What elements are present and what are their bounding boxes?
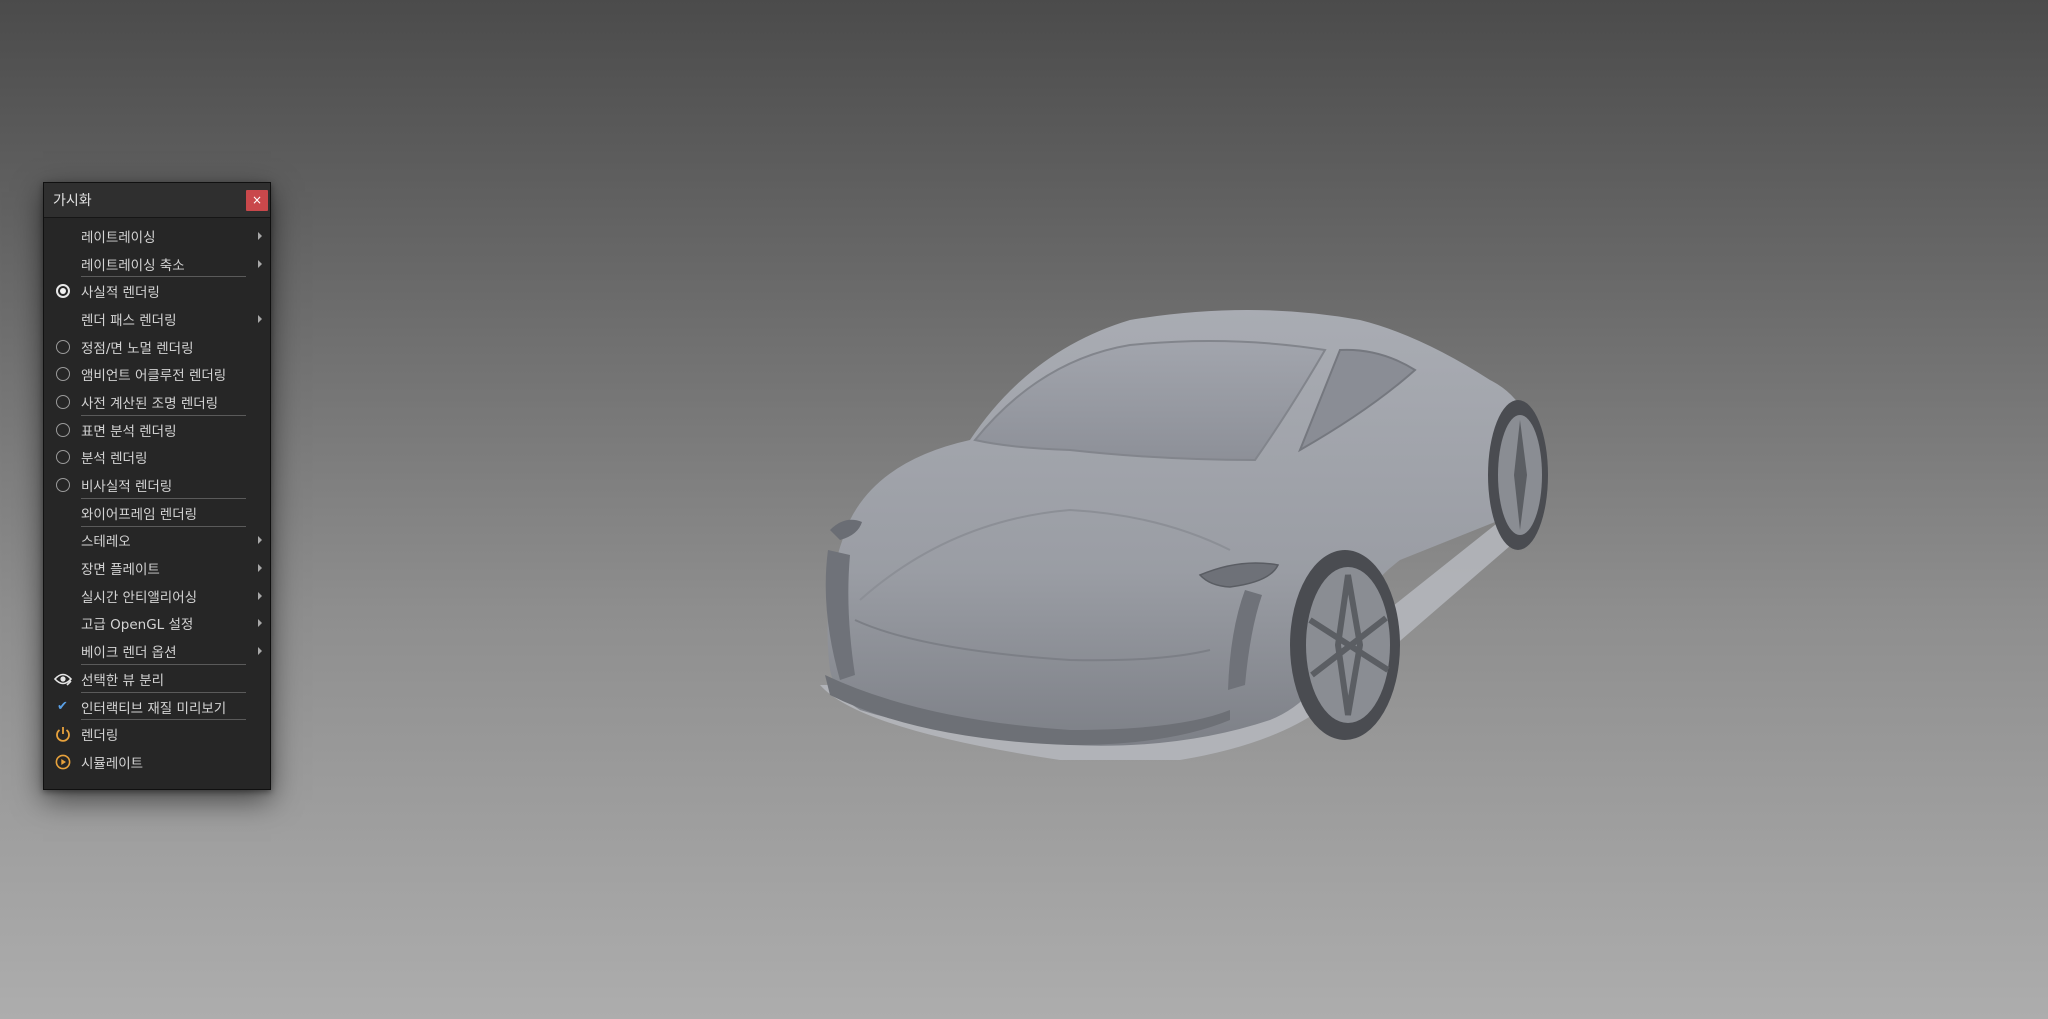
menu-item-0[interactable]: 레이트레이싱 [44, 222, 270, 250]
menu-item-label: 베이크 렌더 옵션 [81, 645, 177, 662]
menu-item-label: 스테레오 [81, 534, 131, 551]
icon-slot [44, 748, 81, 775]
menu-item-label: 분석 렌더링 [81, 451, 148, 468]
menu-item-label: 고급 OpenGL 설정 [81, 617, 194, 634]
menu-item-label: 앰비언트 어클루전 렌더링 [81, 368, 227, 385]
radio-slot [44, 278, 81, 305]
menu-item-label: 레이트레이싱 축소 [81, 257, 185, 274]
radio-selected-icon[interactable] [55, 284, 70, 299]
menu-item-label: 사전 계산된 조명 렌더링 [81, 395, 219, 412]
menu-item-label: 렌더링 [81, 728, 119, 745]
submenu-arrow-icon [258, 314, 262, 323]
menu-item-11[interactable]: 스테레오 [44, 527, 270, 555]
menu-item-label: 정점/면 노멀 렌더링 [81, 340, 194, 357]
radio-slot [44, 388, 81, 415]
menu-item-label: 사실적 렌더링 [81, 285, 160, 302]
icon-slot [44, 721, 81, 748]
menu-item-18[interactable]: 렌더링 [44, 720, 270, 748]
panel-header[interactable]: 가시화 × [44, 183, 270, 218]
radio-icon[interactable] [55, 478, 70, 493]
menu-item-2[interactable]: 사실적 렌더링 [44, 277, 270, 305]
menu-item-5[interactable]: 앰비언트 어클루전 렌더링 [44, 360, 270, 388]
radio-icon[interactable] [55, 339, 70, 354]
submenu-arrow-icon [258, 591, 262, 600]
power-icon [55, 726, 71, 742]
menu-item-label: 선택한 뷰 분리 [81, 672, 165, 689]
menu-item-1[interactable]: 레이트레이싱 축소 [44, 250, 270, 278]
check-slot: ✔ [44, 693, 81, 720]
radio-slot [44, 444, 81, 471]
submenu-arrow-icon [258, 647, 262, 656]
eye-icon [53, 672, 72, 686]
submenu-arrow-icon [258, 536, 262, 545]
menu-item-7[interactable]: 표면 분석 렌더링 [44, 416, 270, 444]
empty-icon-slot [44, 222, 81, 249]
submenu-arrow-icon [258, 231, 262, 240]
menu-item-12[interactable]: 장면 플레이트 [44, 554, 270, 582]
menu-item-17[interactable]: ✔ 인터랙티브 재질 미리보기 [44, 693, 270, 721]
empty-icon-slot [44, 638, 81, 665]
visualization-menu: 레이트레이싱레이트레이싱 축소사실적 렌더링렌더 패스 렌더링정점/면 노멀 렌… [44, 218, 270, 776]
menu-item-label: 와이어프레임 렌더링 [81, 506, 198, 523]
menu-item-16[interactable]: 선택한 뷰 분리 [44, 665, 270, 693]
menu-item-14[interactable]: 고급 OpenGL 설정 [44, 610, 270, 638]
submenu-arrow-icon [258, 564, 262, 573]
empty-icon-slot [44, 305, 81, 332]
menu-item-8[interactable]: 분석 렌더링 [44, 444, 270, 472]
radio-slot [44, 472, 81, 499]
menu-item-6[interactable]: 사전 계산된 조명 렌더링 [44, 388, 270, 416]
empty-icon-slot [44, 555, 81, 582]
menu-item-label: 비사실적 렌더링 [81, 479, 173, 496]
menu-item-19[interactable]: 시뮬레이트 [44, 748, 270, 776]
empty-icon-slot [44, 527, 81, 554]
menu-item-10[interactable]: 와이어프레임 렌더링 [44, 499, 270, 527]
menu-item-label: 표면 분석 렌더링 [81, 423, 177, 440]
menu-item-label: 시뮬레이트 [81, 755, 144, 772]
check-icon[interactable]: ✔ [57, 699, 68, 714]
radio-icon[interactable] [55, 450, 70, 465]
menu-item-13[interactable]: 실시간 안티앨리어싱 [44, 582, 270, 610]
menu-item-label: 렌더 패스 렌더링 [81, 312, 177, 329]
menu-item-9[interactable]: 비사실적 렌더링 [44, 471, 270, 499]
submenu-arrow-icon [258, 259, 262, 268]
car-model[interactable] [800, 290, 1600, 770]
radio-icon[interactable] [55, 422, 70, 437]
menu-item-label: 인터랙티브 재질 미리보기 [81, 700, 227, 717]
close-button[interactable]: × [246, 190, 268, 211]
menu-item-label: 레이트레이싱 [81, 229, 156, 246]
menu-item-3[interactable]: 렌더 패스 렌더링 [44, 305, 270, 333]
empty-icon-slot [44, 250, 81, 277]
submenu-arrow-icon [258, 619, 262, 628]
empty-icon-slot [44, 499, 81, 526]
visualization-panel: 가시화 × 레이트레이싱레이트레이싱 축소사실적 렌더링렌더 패스 렌더링정점/… [43, 182, 271, 790]
radio-slot [44, 416, 81, 443]
empty-icon-slot [44, 610, 81, 637]
icon-slot [44, 665, 81, 692]
menu-item-4[interactable]: 정점/면 노멀 렌더링 [44, 333, 270, 361]
empty-icon-slot [44, 582, 81, 609]
panel-title: 가시화 [53, 193, 92, 209]
radio-slot [44, 361, 81, 388]
menu-item-15[interactable]: 베이크 렌더 옵션 [44, 637, 270, 665]
radio-slot [44, 333, 81, 360]
radio-icon[interactable] [55, 367, 70, 382]
menu-item-label: 실시간 안티앨리어싱 [81, 589, 198, 606]
3d-viewport[interactable] [0, 0, 2048, 1019]
radio-icon[interactable] [55, 394, 70, 409]
play-icon [55, 754, 71, 770]
menu-item-label: 장면 플레이트 [81, 562, 160, 579]
